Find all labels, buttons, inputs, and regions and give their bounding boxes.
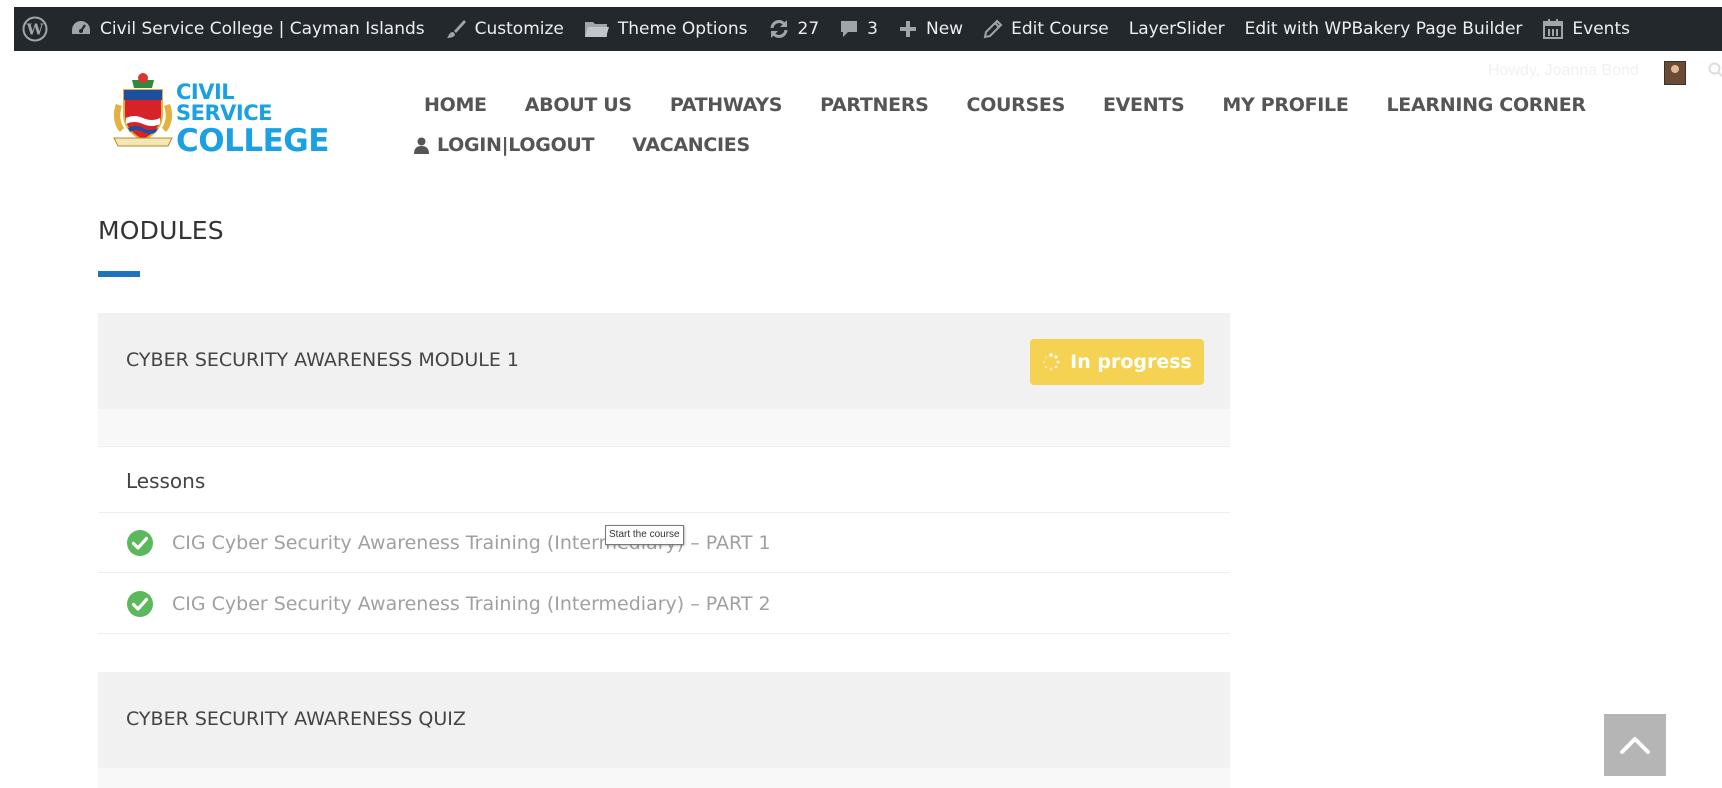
status-badge: In progress [1030, 339, 1204, 385]
tooltip: Start the course [605, 525, 684, 545]
edit-course-link[interactable]: Edit Course [973, 7, 1119, 51]
search-icon[interactable] [1708, 62, 1722, 83]
wpbakery-link[interactable]: Edit with WPBakery Page Builder [1235, 7, 1533, 51]
site-logo[interactable]: CIVIL SERVICE COLLEGE [110, 70, 330, 157]
check-circle-icon [126, 529, 154, 557]
nav-learning-corner[interactable]: LEARNING CORNER [1387, 94, 1587, 116]
svg-text:W: W [26, 21, 45, 39]
brush-icon [445, 18, 467, 40]
nav-row-primary: HOME ABOUT US PATHWAYS PARTNERS COURSES … [424, 88, 1614, 122]
main-nav: HOME ABOUT US PATHWAYS PARTNERS COURSES … [414, 88, 1614, 162]
dashboard-icon [70, 19, 92, 39]
nav-about-us[interactable]: ABOUT US [525, 94, 632, 116]
nav-courses[interactable]: COURSES [967, 94, 1066, 116]
layerslider-menu[interactable]: LayerSlider [1119, 7, 1235, 51]
module-title: CYBER SECURITY AWARENESS MODULE 1 [126, 349, 520, 371]
nav-my-profile[interactable]: MY PROFILE [1222, 94, 1348, 116]
status-label: In progress [1070, 351, 1192, 373]
lessons-heading: Lessons [126, 469, 206, 493]
theme-options-label: Theme Options [617, 19, 748, 39]
title-underline [98, 271, 140, 277]
new-label: New [925, 19, 964, 39]
layerslider-label: LayerSlider [1128, 19, 1225, 39]
module-title: CYBER SECURITY AWARENESS QUIZ [126, 708, 466, 730]
events-menu[interactable]: Events [1532, 7, 1640, 51]
nav-login-label: LOGIN|LOGOUT [437, 134, 595, 156]
folder-icon [584, 19, 610, 39]
events-label: Events [1572, 19, 1630, 39]
refresh-icon [768, 18, 790, 40]
module-spacer [98, 768, 1230, 788]
page-title: MODULES [98, 216, 224, 245]
lesson-row[interactable]: CIG Cyber Security Awareness Training (I… [98, 574, 1230, 634]
logo-line1: CIVIL SERVICE [176, 80, 272, 125]
pencil-icon [983, 19, 1003, 39]
back-to-top-button[interactable] [1604, 714, 1666, 776]
site-name-label: Civil Service College | Cayman Islands [100, 19, 425, 39]
avatar[interactable] [1664, 61, 1686, 85]
edit-course-label: Edit Course [1011, 19, 1109, 39]
nav-events[interactable]: EVENTS [1103, 94, 1185, 116]
module-header-quiz[interactable]: CYBER SECURITY AWARENESS QUIZ [98, 672, 1230, 768]
module-spacer [98, 409, 1230, 447]
lesson-link[interactable]: CIG Cyber Security Awareness Training (I… [172, 593, 771, 615]
new-content-menu[interactable]: New [888, 7, 973, 51]
wordpress-menu[interactable]: W [14, 7, 60, 51]
theme-options-menu[interactable]: Theme Options [574, 7, 758, 51]
updates-count: 27 [797, 19, 820, 39]
logo-line2: COLLEGE [176, 123, 329, 159]
comments-link[interactable]: 3 [829, 7, 888, 51]
wpbakery-label: Edit with WPBakery Page Builder [1244, 19, 1523, 39]
site-name-menu[interactable]: Civil Service College | Cayman Islands [60, 7, 435, 51]
nav-pathways[interactable]: PATHWAYS [670, 94, 783, 116]
comment-icon [839, 19, 859, 39]
module-header[interactable]: CYBER SECURITY AWARENESS MODULE 1 In pro… [98, 313, 1230, 409]
nav-partners[interactable]: PARTNERS [820, 94, 929, 116]
nav-home[interactable]: HOME [424, 94, 487, 116]
logo-text: CIVIL SERVICE COLLEGE [176, 82, 330, 157]
spinner-icon [1042, 353, 1060, 371]
admin-bar: W Civil Service College | Cayman Islands… [14, 7, 1722, 51]
howdy-user[interactable]: Howdy, Joanna Bond [1488, 62, 1639, 80]
wordpress-icon: W [22, 16, 48, 42]
plus-icon [898, 19, 918, 39]
calendar-icon [1542, 18, 1564, 40]
nav-vacancies[interactable]: VACANCIES [632, 134, 750, 156]
nav-login-logout[interactable]: LOGIN|LOGOUT [414, 134, 595, 156]
customize-link[interactable]: Customize [435, 7, 574, 51]
user-icon [414, 137, 429, 154]
chevron-up-icon [1619, 735, 1651, 755]
crest-icon [113, 73, 173, 147]
lessons-heading-row: Lessons [98, 447, 1230, 513]
check-circle-icon [126, 590, 154, 618]
comments-count: 3 [867, 19, 878, 39]
updates-link[interactable]: 27 [758, 7, 830, 51]
nav-row-secondary: LOGIN|LOGOUT VACANCIES [414, 128, 1614, 162]
customize-label: Customize [474, 19, 564, 39]
